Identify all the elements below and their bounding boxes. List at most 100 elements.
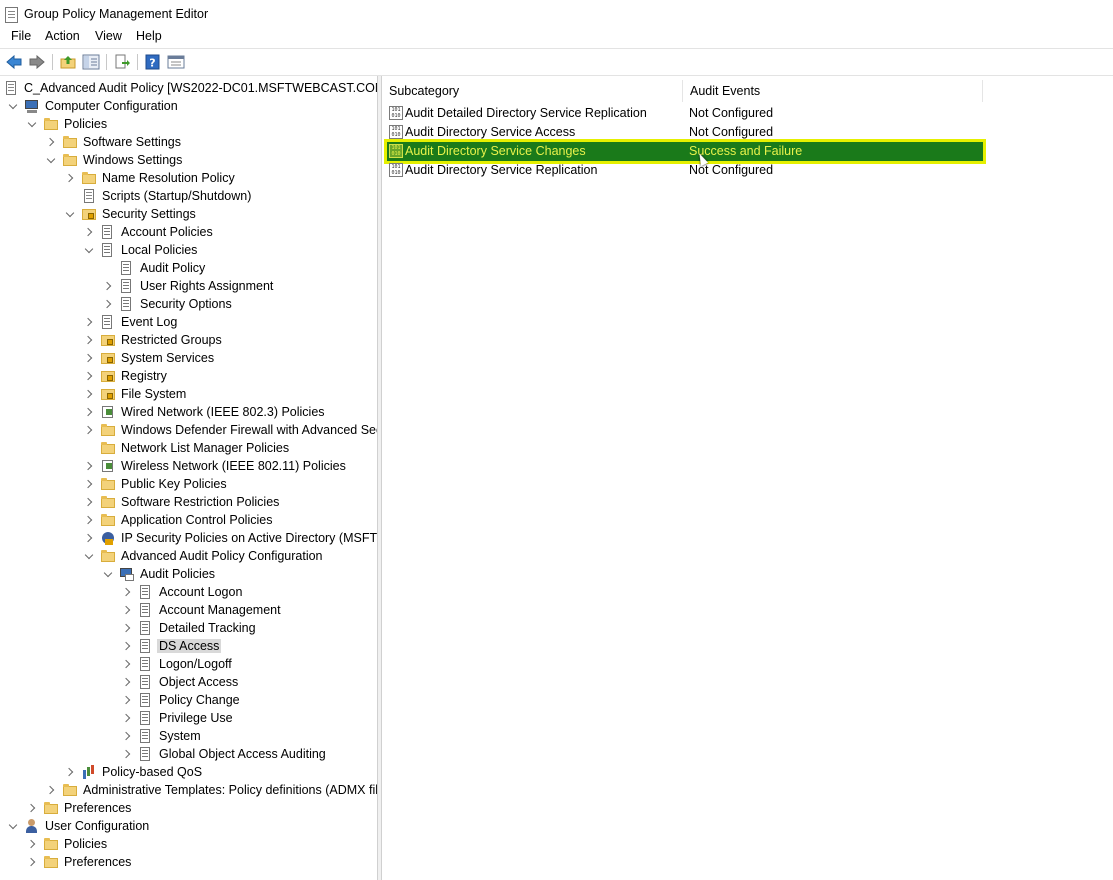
tree-node-logon-logoff[interactable]: Logon/Logoff [121, 655, 234, 673]
collapse-chevron-icon[interactable] [26, 835, 38, 853]
collapse-chevron-icon[interactable] [121, 727, 133, 745]
result-pane[interactable]: Subcategory Audit Events 101 010 101 Aud… [382, 76, 1113, 880]
collapse-chevron-icon[interactable] [83, 223, 95, 241]
collapse-chevron-icon[interactable] [83, 331, 95, 349]
menu-view[interactable]: View [95, 29, 122, 43]
tree-node-software-settings[interactable]: Software Settings [45, 133, 183, 151]
collapse-chevron-icon[interactable] [121, 619, 133, 637]
tree-node-user-preferences[interactable]: Preferences [26, 853, 133, 871]
collapse-chevron-icon[interactable] [83, 529, 95, 547]
collapse-chevron-icon[interactable] [102, 295, 114, 313]
tree-node-preferences[interactable]: Preferences [26, 799, 133, 817]
up-folder-icon[interactable] [59, 53, 77, 71]
properties-icon[interactable] [167, 53, 185, 71]
back-arrow-icon[interactable] [5, 53, 23, 71]
list-row-audit-directory-service-changes[interactable]: 101 010 101 Audit Directory Service Chan… [384, 139, 986, 164]
collapse-chevron-icon[interactable] [83, 313, 95, 331]
tree-node-public-key-policies[interactable]: Public Key Policies [83, 475, 229, 493]
export-list-icon[interactable] [113, 53, 131, 71]
tree-root[interactable]: C_Advanced Audit Policy [WS2022-DC01.MSF… [3, 79, 377, 97]
tree-node-account-logon[interactable]: Account Logon [121, 583, 244, 601]
collapse-chevron-icon[interactable] [121, 745, 133, 763]
tree-node-restricted-groups[interactable]: Restricted Groups [83, 331, 224, 349]
collapse-chevron-icon[interactable] [83, 475, 95, 493]
show-hide-tree-icon[interactable] [82, 53, 100, 71]
tree-node-global-object-access-auditing[interactable]: Global Object Access Auditing [121, 745, 328, 763]
tree-node-ds-access[interactable]: DS Access [121, 637, 222, 655]
tree-node-local-policies[interactable]: Local Policies [83, 241, 199, 259]
expand-chevron-icon[interactable] [7, 97, 19, 115]
collapse-chevron-icon[interactable] [83, 457, 95, 475]
tree-node-administrative-templates[interactable]: Administrative Templates: Policy definit… [45, 781, 377, 799]
collapse-chevron-icon[interactable] [26, 799, 38, 817]
tree-node-ip-security-policies[interactable]: IP Security Policies on Active Directory… [83, 529, 377, 547]
collapse-chevron-icon[interactable] [121, 583, 133, 601]
tree-node-account-policies[interactable]: Account Policies [83, 223, 215, 241]
tree-node-policy-based-qos[interactable]: Policy-based QoS [64, 763, 204, 781]
tree-node-user-configuration[interactable]: User Configuration [7, 817, 151, 835]
tree-node-event-log[interactable]: Event Log [83, 313, 179, 331]
expand-chevron-icon[interactable] [7, 817, 19, 835]
tree-node-security-settings[interactable]: Security Settings [64, 205, 198, 223]
tree-node-detailed-tracking[interactable]: Detailed Tracking [121, 619, 258, 637]
tree-node-computer-configuration[interactable]: Computer Configuration [7, 97, 180, 115]
collapse-chevron-icon[interactable] [121, 709, 133, 727]
menu-action[interactable]: Action [45, 29, 80, 43]
collapse-chevron-icon[interactable] [83, 367, 95, 385]
tree-node-name-resolution-policy[interactable]: Name Resolution Policy [64, 169, 237, 187]
collapse-chevron-icon[interactable] [102, 277, 114, 295]
collapse-chevron-icon[interactable] [45, 781, 57, 799]
collapse-chevron-icon[interactable] [83, 349, 95, 367]
tree-node-advanced-audit-policy-configuration[interactable]: Advanced Audit Policy Configuration [83, 547, 325, 565]
collapse-chevron-icon[interactable] [121, 601, 133, 619]
expand-chevron-icon[interactable] [102, 565, 114, 583]
tree-node-application-control-policies[interactable]: Application Control Policies [83, 511, 274, 529]
column-header-audit-events[interactable]: Audit Events [683, 80, 983, 102]
tree-node-wired-network[interactable]: Wired Network (IEEE 802.3) Policies [83, 403, 327, 421]
tree-node-object-access[interactable]: Object Access [121, 673, 240, 691]
tree-node-privilege-use[interactable]: Privilege Use [121, 709, 235, 727]
tree-node-wireless-network[interactable]: Wireless Network (IEEE 802.11) Policies [83, 457, 348, 475]
collapse-chevron-icon[interactable] [83, 421, 95, 439]
expand-chevron-icon[interactable] [64, 205, 76, 223]
expand-chevron-icon[interactable] [83, 547, 95, 565]
tree-node-audit-policies[interactable]: Audit Policies [102, 565, 217, 583]
tree-node-software-restriction-policies[interactable]: Software Restriction Policies [83, 493, 281, 511]
collapse-chevron-icon[interactable] [83, 493, 95, 511]
tree-node-network-list-manager[interactable]: Network List Manager Policies [83, 439, 291, 457]
tree-node-windows-defender-firewall[interactable]: Windows Defender Firewall with Advanced … [83, 421, 377, 439]
list-row-audit-directory-service-replication[interactable]: 101 010 101 Audit Directory Service Repl… [387, 161, 983, 180]
tree-node-security-options[interactable]: Security Options [102, 295, 234, 313]
tree-node-scripts[interactable]: Scripts (Startup/Shutdown) [64, 187, 253, 205]
collapse-chevron-icon[interactable] [64, 169, 76, 187]
tree-node-file-system[interactable]: File System [83, 385, 188, 403]
tree-node-registry[interactable]: Registry [83, 367, 169, 385]
collapse-chevron-icon[interactable] [83, 403, 95, 421]
list-row-audit-directory-service-access[interactable]: 101 010 101 Audit Directory Service Acce… [387, 123, 983, 142]
tree-node-policies[interactable]: Policies [26, 115, 109, 133]
tree-node-user-policies[interactable]: Policies [26, 835, 109, 853]
help-icon[interactable]: ? [144, 53, 162, 71]
console-tree[interactable]: C_Advanced Audit Policy [WS2022-DC01.MSF… [0, 76, 378, 880]
collapse-chevron-icon[interactable] [83, 385, 95, 403]
expand-chevron-icon[interactable] [83, 241, 95, 259]
list-row-audit-detailed-directory-service-replication[interactable]: 101 010 101 Audit Detailed Directory Ser… [387, 104, 983, 123]
tree-node-system[interactable]: System [121, 727, 203, 745]
collapse-chevron-icon[interactable] [26, 853, 38, 871]
collapse-chevron-icon[interactable] [45, 133, 57, 151]
collapse-chevron-icon[interactable] [121, 637, 133, 655]
menu-file[interactable]: File [11, 29, 31, 43]
menu-help[interactable]: Help [136, 29, 162, 43]
tree-node-user-rights-assignment[interactable]: User Rights Assignment [102, 277, 275, 295]
forward-arrow-icon[interactable] [28, 53, 46, 71]
collapse-chevron-icon[interactable] [83, 511, 95, 529]
tree-node-account-management[interactable]: Account Management [121, 601, 283, 619]
tree-node-policy-change[interactable]: Policy Change [121, 691, 242, 709]
expand-chevron-icon[interactable] [26, 115, 38, 133]
collapse-chevron-icon[interactable] [64, 763, 76, 781]
column-header-subcategory[interactable]: Subcategory [382, 80, 683, 102]
expand-chevron-icon[interactable] [45, 151, 57, 169]
collapse-chevron-icon[interactable] [121, 655, 133, 673]
collapse-chevron-icon[interactable] [121, 691, 133, 709]
tree-node-audit-policy[interactable]: Audit Policy [102, 259, 207, 277]
